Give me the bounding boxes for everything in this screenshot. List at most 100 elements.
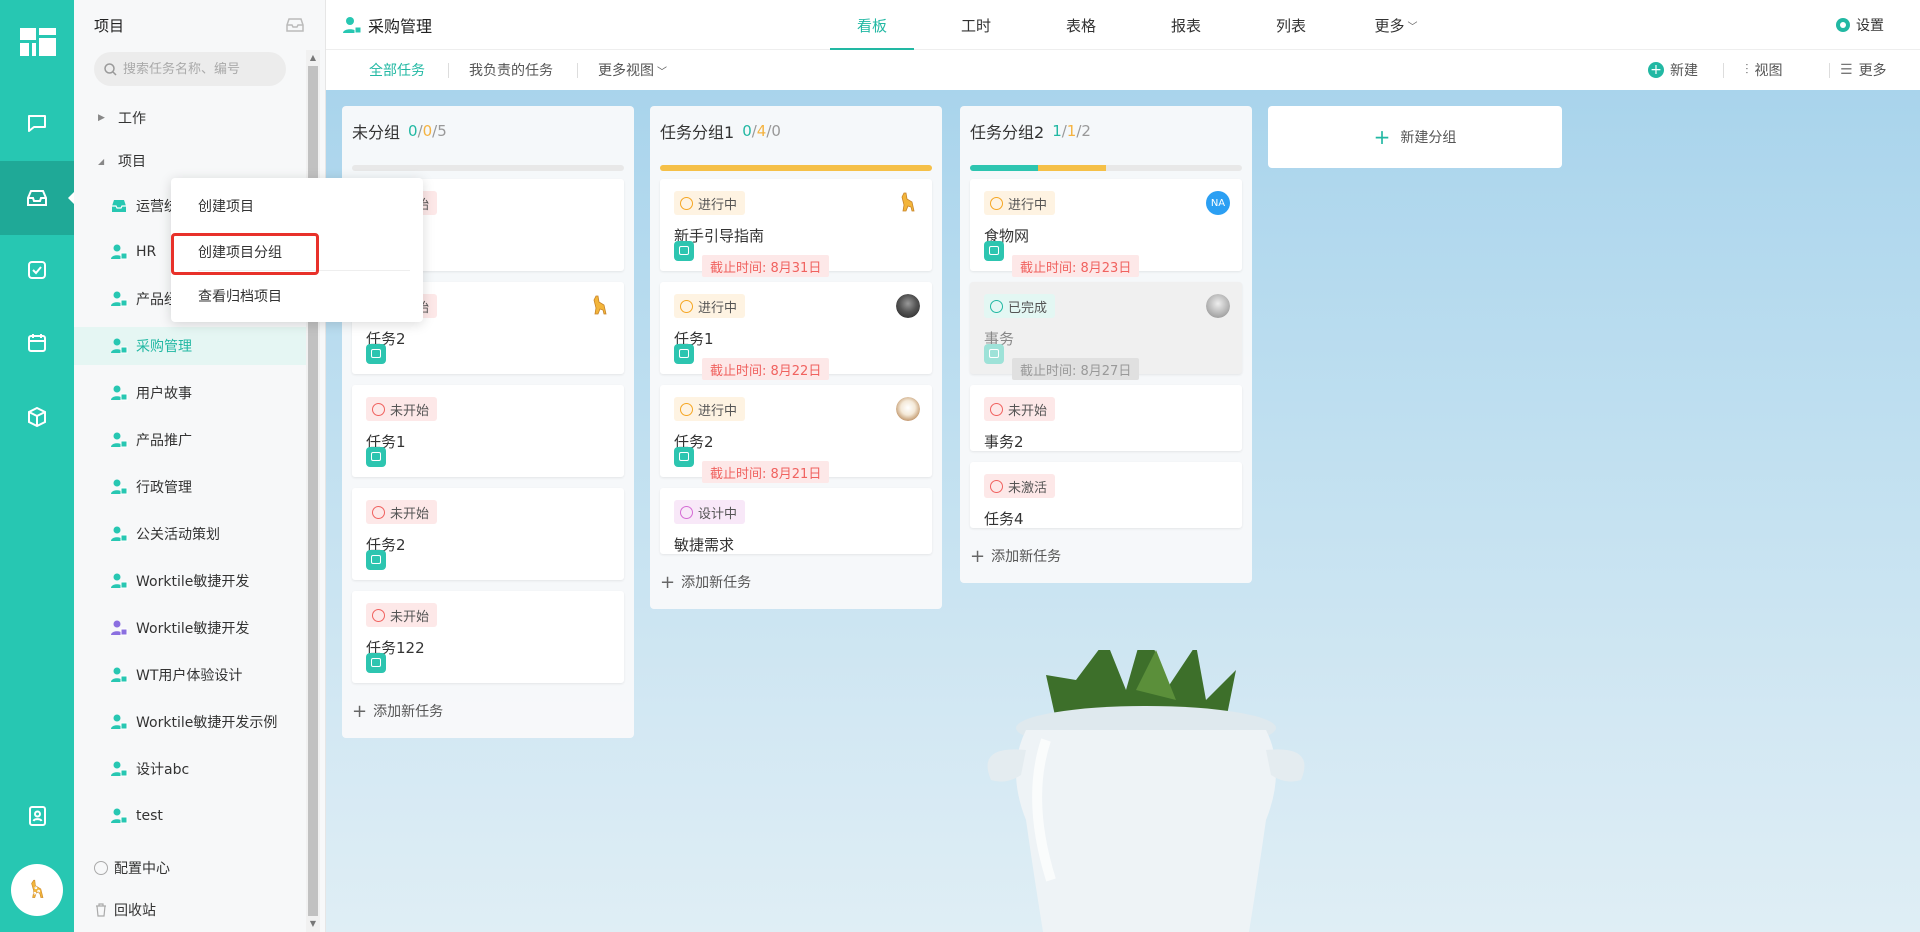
tree-item-trash[interactable]: 回收站 [74,891,306,929]
sidebar-project-item[interactable]: Worktile敏捷开发 [74,609,306,647]
status-badge[interactable]: 进行中 [984,191,1056,215]
view-more[interactable]: 更多视图 ﹀ [598,50,667,90]
rail-apps[interactable] [0,380,74,454]
sidebar-project-item[interactable]: WT用户体验设计 [74,656,306,694]
status-badge[interactable]: 未开始 [366,397,438,421]
scroll-up-icon[interactable]: ▲ [308,52,318,64]
task-card[interactable]: 进行中 食物网 截止时间: 8月23日 NA [970,179,1242,277]
calendar-icon [28,334,46,352]
sidebar-project-item[interactable]: Worktile敏捷开发 [74,562,306,600]
user-project-icon [111,761,128,777]
count-in-progress: 4 [756,122,767,140]
sidebar-project-item[interactable]: Worktile敏捷开发示例 [74,703,306,741]
highlight-box [171,233,319,275]
tab-table[interactable]: 表格 [1039,0,1123,50]
task-title: 事务2 [984,433,1024,451]
sidebar-project-label: Worktile敏捷开发示例 [136,715,278,731]
tree-item-work[interactable]: ▶ 工作 [74,99,306,137]
task-card[interactable]: 进行中 任务2 截止时间: 8月21日 [660,385,932,483]
new-group-button[interactable]: + 新建分组 [1268,106,1562,168]
tab-kanban[interactable]: 看板 [830,0,914,50]
task-card[interactable]: 进行中 任务1 截止时间: 8月22日 [660,282,932,380]
tab-list[interactable]: 列表 [1249,0,1333,50]
column-header[interactable]: 任务分组1 0/4/0 [650,106,942,156]
giraffe-avatar-icon [901,192,915,212]
status-badge[interactable]: 已完成 [984,294,1056,318]
view-my-tasks[interactable]: 我负责的任务 [469,50,553,90]
status-badge[interactable]: 进行中 [674,294,746,318]
rail-tasks[interactable] [0,233,74,307]
status-icon [372,402,385,416]
menu-view-archived[interactable]: 查看归档项目 [171,277,423,315]
sidebar-project-item[interactable]: 采购管理 [74,327,306,365]
status-badge[interactable]: 未激活 [984,474,1056,498]
sidebar-project-item[interactable]: 行政管理 [74,468,306,506]
column-header[interactable]: 任务分组2 1/1/2 [960,106,1252,156]
user-project-icon [111,479,128,495]
view-all-tasks[interactable]: 全部任务 [369,50,425,90]
tab-more[interactable]: 更多 ﹀ [1354,0,1438,50]
task-card[interactable]: 未开始 任务1 [352,385,624,477]
user-project-icon [111,573,128,589]
photo-avatar [896,294,920,318]
status-badge[interactable]: 进行中 [674,397,746,421]
photo-avatar [1206,294,1230,318]
rail-projects[interactable] [0,161,75,235]
sidebar-project-item[interactable]: test [74,797,306,835]
caret-down-icon: ◢ [98,156,105,166]
app-logo-icon[interactable] [20,28,56,56]
more-label: 更多 [1858,63,1887,79]
rail-messages[interactable] [0,86,74,160]
rail-contacts[interactable] [0,779,74,853]
assignee-avatar[interactable] [896,191,920,215]
search-input[interactable] [123,61,283,77]
menu-create-project[interactable]: 创建项目 [171,187,423,225]
status-badge[interactable]: 未开始 [366,603,438,627]
tree-item-projects[interactable]: ◢ 项目 [74,142,306,180]
task-card[interactable]: 未开始事务2 [970,385,1242,451]
background-plant-image [987,650,1305,932]
sidebar-search[interactable] [94,52,286,86]
view-button[interactable]: ⫶ 视图 [1745,50,1783,90]
status-badge[interactable]: 未开始 [366,500,438,524]
tab-worktime[interactable]: 工时 [934,0,1018,50]
add-task-button[interactable]: + 添加新任务 [352,696,443,726]
task-card[interactable]: 未激活 任务4 [970,462,1242,528]
assignee-avatar[interactable]: NA [1206,191,1230,215]
task-card[interactable]: 设计中 敏捷需求 [660,488,932,554]
task-type-icon [366,344,386,364]
assignee-avatar[interactable] [1206,294,1230,318]
task-card[interactable]: 未开始 任务122 [352,591,624,683]
sidebar-project-item[interactable]: 产品推广 [74,421,306,459]
new-button[interactable]: + 新建 [1648,50,1698,90]
add-task-button[interactable]: + 添加新任务 [660,567,751,597]
tree-item-config[interactable]: 配置中心 [74,849,306,887]
more-button[interactable]: ☰ 更多 [1840,50,1887,90]
assignee-avatar[interactable] [588,294,612,318]
inbox-tray-icon[interactable] [285,16,305,34]
assignee-avatar[interactable] [896,397,920,421]
sidebar-project-item[interactable]: 设计abc [74,750,306,788]
sidebar-project-item[interactable]: 公关活动策划 [74,515,306,553]
status-badge[interactable]: 未开始 [984,397,1056,421]
tab-report[interactable]: 报表 [1144,0,1228,50]
status-badge[interactable]: 进行中 [674,191,746,215]
assignee-avatar[interactable] [896,294,920,318]
column-title: 未分组 [352,123,401,142]
task-card[interactable]: 未开始任务2 [352,488,624,580]
rail-calendar[interactable] [0,306,74,380]
status-text: 未开始 [390,609,430,625]
tab-more-label: 更多 [1374,16,1405,35]
sidebar-project-item[interactable]: 用户故事 [74,374,306,412]
add-task-button[interactable]: + 添加新任务 [970,541,1061,571]
task-card[interactable]: 已完成 事务 截止时间: 8月27日 [970,282,1242,380]
column-header[interactable]: 未分组 0/0/5 [342,106,634,156]
task-type-icon [984,344,1004,364]
task-card[interactable]: 进行中 新手引导指南 截止时间: 8月31日 [660,179,932,277]
settings-button[interactable]: 设置 [1836,0,1884,50]
column-title: 任务分组2 [970,123,1045,142]
user-avatar[interactable] [11,864,63,916]
user-project-icon [111,808,128,824]
scroll-down-icon[interactable]: ▼ [308,918,318,930]
status-badge[interactable]: 设计中 [674,500,746,524]
